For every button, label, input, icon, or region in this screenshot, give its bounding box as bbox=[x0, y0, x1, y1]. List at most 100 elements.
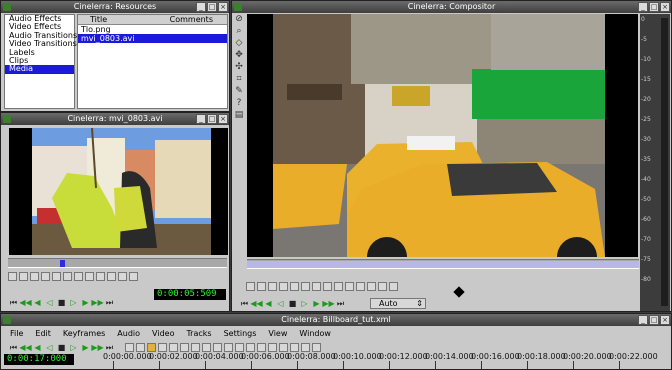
menu-tracks[interactable]: Tracks bbox=[186, 327, 211, 340]
menu-view[interactable]: View bbox=[268, 327, 287, 340]
close-button[interactable]: × bbox=[218, 114, 228, 124]
compositor-titlebar[interactable]: Cinelerra: Compositor _ □ × bbox=[232, 1, 671, 13]
rewind-start-icon[interactable]: ⏮ bbox=[9, 343, 18, 352]
next-label-icon[interactable] bbox=[96, 272, 105, 281]
close-button[interactable]: × bbox=[660, 315, 670, 325]
close-button[interactable]: × bbox=[218, 2, 228, 12]
extract-icon[interactable] bbox=[301, 282, 310, 291]
prev-label-icon[interactable] bbox=[268, 343, 277, 352]
viewer-playhead[interactable] bbox=[60, 260, 65, 267]
next-label-icon[interactable] bbox=[367, 282, 376, 291]
compositor-timebar[interactable] bbox=[247, 259, 639, 269]
minimize-button[interactable]: _ bbox=[638, 315, 648, 325]
out-point-icon[interactable] bbox=[19, 272, 28, 281]
zoom-icon[interactable]: ⌕ bbox=[234, 26, 244, 36]
in-point-icon[interactable] bbox=[158, 343, 167, 352]
ibeam-tool-icon[interactable] bbox=[136, 343, 145, 352]
jump-end-icon[interactable]: ⏭ bbox=[105, 298, 114, 307]
reverse-icon[interactable]: ◀ bbox=[33, 343, 42, 352]
column-comments[interactable]: Comments bbox=[158, 15, 227, 24]
safe-region-icon[interactable]: ▤ bbox=[234, 110, 244, 120]
label-icon[interactable] bbox=[257, 343, 266, 352]
frame-back-icon[interactable]: ◁ bbox=[45, 343, 54, 352]
arrow-tool-icon[interactable] bbox=[125, 343, 134, 352]
play-icon[interactable]: ▶ bbox=[312, 299, 321, 308]
fast-forward-icon[interactable]: ▶▶ bbox=[91, 298, 103, 307]
copy-icon[interactable] bbox=[235, 343, 244, 352]
maximize-button[interactable]: □ bbox=[649, 315, 659, 325]
menu-audio[interactable]: Audio bbox=[117, 327, 140, 340]
redo-icon[interactable] bbox=[301, 343, 310, 352]
label-icon[interactable] bbox=[74, 272, 83, 281]
out-point-icon[interactable] bbox=[257, 282, 266, 291]
paste-icon[interactable] bbox=[246, 343, 255, 352]
maximize-button[interactable]: □ bbox=[207, 2, 217, 12]
menu-settings[interactable]: Settings bbox=[224, 327, 257, 340]
crop-icon[interactable]: ⌗ bbox=[234, 74, 244, 84]
stop-icon[interactable]: ■ bbox=[57, 298, 66, 307]
lift-icon[interactable] bbox=[290, 282, 299, 291]
menu-keyframes[interactable]: Keyframes bbox=[63, 327, 105, 340]
frame-back-icon[interactable]: ◁ bbox=[276, 299, 285, 308]
compositor-canvas[interactable] bbox=[247, 14, 638, 257]
undo-icon[interactable] bbox=[118, 272, 127, 281]
menu-edit[interactable]: Edit bbox=[35, 327, 51, 340]
overwrite-icon[interactable] bbox=[191, 343, 200, 352]
rewind-start-icon[interactable]: ⏮ bbox=[240, 299, 249, 308]
splice-icon[interactable] bbox=[268, 282, 277, 291]
extract-icon[interactable] bbox=[213, 343, 222, 352]
to-clip-icon[interactable] bbox=[224, 343, 233, 352]
keyframe-tool-icon[interactable] bbox=[147, 343, 156, 352]
resources-titlebar[interactable]: Cinelerra: Resources _ □ × bbox=[1, 1, 229, 13]
maximize-button[interactable]: □ bbox=[207, 114, 217, 124]
mask-icon[interactable]: ◇ bbox=[234, 38, 244, 48]
copy-icon[interactable] bbox=[63, 272, 72, 281]
fast-reverse-icon[interactable]: ◀◀ bbox=[19, 298, 31, 307]
menu-window[interactable]: Window bbox=[299, 327, 331, 340]
play-icon[interactable]: ▶ bbox=[81, 298, 90, 307]
jump-end-icon[interactable]: ⏭ bbox=[336, 299, 345, 308]
rewind-start-icon[interactable]: ⏮ bbox=[9, 298, 18, 307]
copy-icon[interactable] bbox=[323, 282, 332, 291]
viewer-canvas[interactable] bbox=[9, 128, 228, 255]
folder-media[interactable]: Media bbox=[5, 65, 74, 74]
to-clip-icon[interactable] bbox=[312, 282, 321, 291]
jump-end-icon[interactable]: ⏭ bbox=[105, 343, 114, 352]
overwrite-icon[interactable] bbox=[279, 282, 288, 291]
fit-icon[interactable] bbox=[312, 343, 321, 352]
viewer-timebar[interactable] bbox=[8, 258, 227, 268]
timeline-ruler[interactable]: 0:00:00.000 0:00:02.000 0:00:04.000 0:00… bbox=[103, 352, 671, 369]
help-icon[interactable]: ? bbox=[234, 98, 244, 108]
in-point-icon[interactable] bbox=[246, 282, 255, 291]
frame-forward-icon[interactable]: ▷ bbox=[69, 298, 78, 307]
minimize-button[interactable]: _ bbox=[638, 2, 648, 12]
menu-video[interactable]: Video bbox=[152, 327, 174, 340]
keyframe-icon[interactable] bbox=[453, 286, 465, 298]
out-point-icon[interactable] bbox=[169, 343, 178, 352]
fast-reverse-icon[interactable]: ◀◀ bbox=[250, 299, 262, 308]
frame-forward-icon[interactable]: ▷ bbox=[69, 343, 78, 352]
minimize-button[interactable]: _ bbox=[196, 2, 206, 12]
play-icon[interactable]: ▶ bbox=[81, 343, 90, 352]
stop-icon[interactable]: ■ bbox=[57, 343, 66, 352]
reverse-icon[interactable]: ◀ bbox=[33, 298, 42, 307]
in-point-icon[interactable] bbox=[8, 272, 17, 281]
lift-icon[interactable] bbox=[202, 343, 211, 352]
paste-icon[interactable] bbox=[107, 272, 116, 281]
redo-icon[interactable] bbox=[389, 282, 398, 291]
fast-reverse-icon[interactable]: ◀◀ bbox=[19, 343, 31, 352]
viewer-titlebar[interactable]: Cinelerra: mvi_0803.avi _ □ × bbox=[1, 113, 229, 125]
stop-icon[interactable]: ■ bbox=[288, 299, 297, 308]
fast-forward-icon[interactable]: ▶▶ bbox=[91, 343, 103, 352]
undo-icon[interactable] bbox=[290, 343, 299, 352]
prev-label-icon[interactable] bbox=[85, 272, 94, 281]
column-title[interactable]: Title bbox=[78, 15, 107, 24]
prev-label-icon[interactable] bbox=[356, 282, 365, 291]
to-clip-icon[interactable] bbox=[52, 272, 61, 281]
protect-icon[interactable]: ⊘ bbox=[234, 14, 244, 24]
splice-icon[interactable] bbox=[180, 343, 189, 352]
menu-file[interactable]: File bbox=[10, 327, 23, 340]
next-label-icon[interactable] bbox=[279, 343, 288, 352]
frame-forward-icon[interactable]: ▷ bbox=[300, 299, 309, 308]
projector-icon[interactable]: ✣ bbox=[234, 62, 244, 72]
